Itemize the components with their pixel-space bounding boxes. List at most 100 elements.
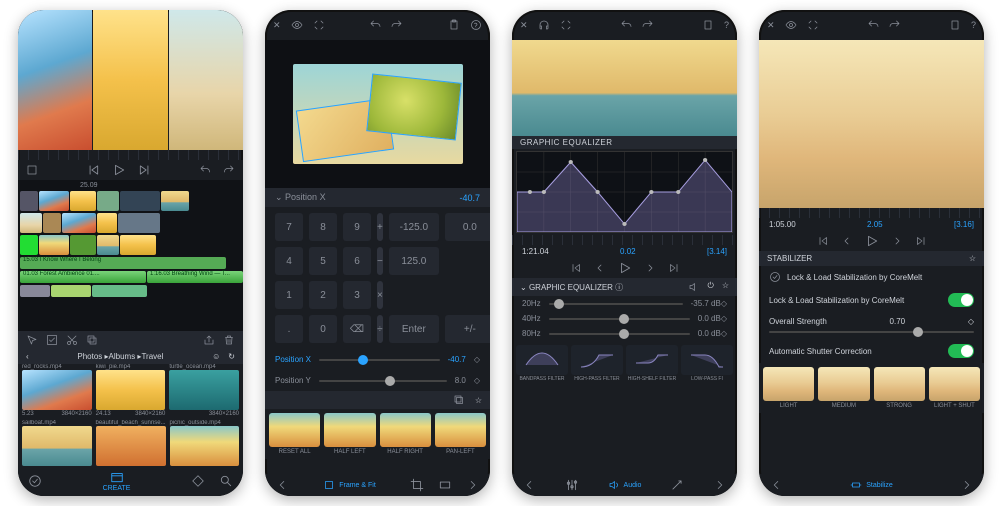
- close-icon[interactable]: ✕: [767, 20, 775, 31]
- play-icon[interactable]: [618, 261, 632, 275]
- key-enter[interactable]: Enter: [389, 315, 439, 343]
- forward-icon[interactable]: [960, 478, 974, 492]
- undo-icon[interactable]: [369, 19, 381, 31]
- skip-start-icon[interactable]: [570, 262, 582, 274]
- preset-medium[interactable]: MEDIUM: [818, 367, 869, 409]
- skip-start-icon[interactable]: [817, 235, 829, 247]
- slider-x[interactable]: [319, 359, 440, 361]
- val-zero[interactable]: 0.0: [445, 213, 490, 241]
- preset-strong[interactable]: STRONG: [874, 367, 925, 409]
- keyframe-icon[interactable]: ◇: [474, 376, 480, 385]
- redo-icon[interactable]: [391, 19, 403, 31]
- thumb-6[interactable]: picnic_outside.mp4: [170, 420, 240, 466]
- audio-clip-3[interactable]: 1:16.03 Breathing Wind — T...: [147, 271, 243, 283]
- check-icon[interactable]: [46, 334, 58, 346]
- close-icon[interactable]: ✕: [520, 20, 528, 31]
- preset-half-right[interactable]: HALF RIGHT: [380, 413, 431, 455]
- back-icon[interactable]: [769, 478, 783, 492]
- filter-lowpass[interactable]: [681, 345, 733, 375]
- collapse-icon[interactable]: [807, 19, 819, 31]
- key-4[interactable]: 4: [275, 247, 303, 275]
- sliders-icon[interactable]: [565, 478, 579, 492]
- power-icon[interactable]: ⏻: [708, 281, 714, 293]
- auto-shutter-toggle[interactable]: [948, 344, 974, 358]
- frame-fit-button[interactable]: Frame & Fit: [323, 479, 376, 491]
- back-icon[interactable]: [522, 478, 536, 492]
- search-icon[interactable]: [219, 474, 233, 488]
- help-icon[interactable]: [470, 19, 482, 31]
- redo-icon[interactable]: [223, 164, 235, 176]
- strength-slider[interactable]: [769, 331, 974, 333]
- step-back-icon[interactable]: [594, 262, 606, 274]
- eq-graph[interactable]: [516, 151, 733, 233]
- thumb-1[interactable]: red_rocks.mp4 5.233840×2160: [22, 364, 92, 417]
- key-del[interactable]: ⌫: [343, 315, 371, 343]
- close-icon[interactable]: ✕: [273, 20, 281, 31]
- audio-clip-2[interactable]: 01.03 Forest Ambience 01....: [20, 271, 146, 283]
- key-3[interactable]: 3: [343, 281, 371, 309]
- delete-icon[interactable]: [223, 334, 235, 346]
- slider-y[interactable]: [319, 380, 447, 382]
- forward-icon[interactable]: [713, 478, 727, 492]
- happy-icon[interactable]: ☺: [212, 352, 220, 361]
- preset-light-shut[interactable]: LIGHT + SHUT: [929, 367, 980, 409]
- key-2[interactable]: 2: [309, 281, 337, 309]
- create-button[interactable]: CREATE: [103, 470, 131, 492]
- key-pm[interactable]: +/-: [445, 315, 490, 343]
- headphones-icon[interactable]: [538, 19, 550, 31]
- key-1[interactable]: 1: [275, 281, 303, 309]
- timeline[interactable]: 25.09 15.03 I Know Where I Belong 01.03 …: [18, 180, 243, 331]
- preset-reset[interactable]: RESET ALL: [269, 413, 320, 455]
- play-icon[interactable]: [865, 234, 879, 248]
- op-minus[interactable]: −: [377, 247, 383, 275]
- next-button[interactable]: [138, 163, 152, 177]
- eq-slider-40[interactable]: [549, 318, 690, 320]
- step-back-icon[interactable]: [841, 235, 853, 247]
- thumb-2[interactable]: kiwi_pie.mp4 24.133840×2160: [96, 364, 166, 417]
- clipboard-icon[interactable]: [448, 19, 460, 31]
- select-icon[interactable]: [26, 334, 38, 346]
- undo-icon[interactable]: [199, 164, 211, 176]
- eye-icon[interactable]: [785, 19, 797, 31]
- redo-icon[interactable]: [642, 19, 654, 31]
- stabilize-button[interactable]: Stabilize: [850, 479, 892, 491]
- help-icon[interactable]: ?: [724, 20, 729, 30]
- thumb-5[interactable]: beautiful_beach_sunrise...: [96, 420, 166, 466]
- play-button[interactable]: [112, 163, 126, 177]
- back-icon[interactable]: [275, 478, 289, 492]
- aspect-icon[interactable]: [438, 478, 452, 492]
- key-6[interactable]: 6: [343, 247, 371, 275]
- param-header[interactable]: ⌄ Position X -40.7: [265, 188, 490, 207]
- audio-ruler[interactable]: [512, 235, 737, 245]
- timeline-ruler[interactable]: [18, 150, 243, 160]
- step-fwd-icon[interactable]: [891, 235, 903, 247]
- filter-highpass[interactable]: [571, 345, 623, 375]
- back-icon[interactable]: ‹: [26, 352, 29, 361]
- key-9[interactable]: 9: [343, 213, 371, 241]
- filter-highshelf[interactable]: [626, 345, 678, 375]
- crop-icon[interactable]: [410, 478, 424, 492]
- eq-slider-20[interactable]: [549, 303, 683, 305]
- mute-icon[interactable]: [688, 281, 700, 293]
- skip-end-icon[interactable]: [915, 235, 927, 247]
- cut-icon[interactable]: [66, 334, 78, 346]
- undo-icon[interactable]: [867, 19, 879, 31]
- preset-light[interactable]: LIGHT: [763, 367, 814, 409]
- tag-icon[interactable]: [191, 474, 205, 488]
- val-pos[interactable]: 125.0: [389, 247, 439, 275]
- skip-end-icon[interactable]: [668, 262, 680, 274]
- help-icon[interactable]: ?: [971, 20, 976, 30]
- star-icon[interactable]: ☆: [475, 396, 482, 405]
- redo-icon[interactable]: [889, 19, 901, 31]
- key-0[interactable]: 0: [309, 315, 337, 343]
- key-dot[interactable]: .: [275, 315, 303, 343]
- op-div[interactable]: ÷: [377, 315, 383, 343]
- check-circle-icon[interactable]: [28, 474, 42, 488]
- op-plus[interactable]: +: [377, 213, 383, 241]
- audio-button[interactable]: Audio: [608, 479, 642, 491]
- thumb-3[interactable]: turtle_ocean.mp4 3840×2160: [169, 364, 239, 417]
- stab-ruler[interactable]: [759, 208, 984, 218]
- eye-icon[interactable]: [291, 19, 303, 31]
- share-icon[interactable]: [203, 334, 215, 346]
- refresh-icon[interactable]: ↻: [228, 352, 235, 361]
